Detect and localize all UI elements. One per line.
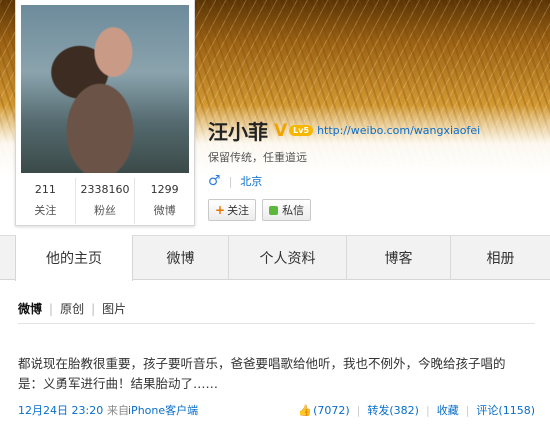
post-footer: 12月24日 23:20 来自 iPhone客户端 👍(7072) | 转发(3…	[18, 402, 535, 418]
profile-meta: ♂ | 北京	[208, 173, 262, 189]
message-label: 私信	[282, 204, 305, 217]
profile-tabs: 他的主页 微博 个人资料 博客 相册	[0, 235, 550, 281]
tab-profile-info[interactable]: 个人资料	[229, 236, 347, 280]
divider-line	[18, 323, 535, 324]
plus-icon: +	[215, 203, 226, 217]
tab-album[interactable]: 相册	[451, 236, 550, 280]
avatar[interactable]	[21, 5, 189, 173]
verified-icon[interactable]: V	[274, 121, 287, 141]
male-gender-icon: ♂	[208, 173, 221, 189]
stat-value: 211	[34, 183, 56, 196]
post-source-link[interactable]: iPhone客户端	[128, 402, 198, 418]
follow-button[interactable]: + 关注	[208, 199, 257, 221]
stat-following[interactable]: 211 关注	[16, 178, 76, 224]
post-content: 都说现在胎教很重要，孩子要听音乐，爸爸要唱歌给他听，我也不例外，今晚给孩子唱的 …	[18, 354, 538, 394]
profile-name: 汪小菲	[208, 120, 268, 144]
filter-images[interactable]: 图片	[102, 300, 126, 317]
tab-home[interactable]: 他的主页	[15, 235, 133, 281]
post-timestamp[interactable]: 12月24日 23:20	[18, 402, 103, 418]
comment-button[interactable]: 评论(1158)	[476, 402, 535, 418]
stats-bar: 211 关注 2338160 粉丝 1299 微博	[16, 178, 194, 224]
action-divider: |	[425, 403, 430, 417]
post-line: 是：义勇军进行曲！结果胎动了……	[18, 376, 219, 391]
repost-button[interactable]: 转发(382)	[367, 402, 419, 418]
post-actions: 👍(7072) | 转发(382) | 收藏 | 评论(1158)	[298, 402, 535, 418]
stat-label: 关注	[34, 204, 57, 217]
stat-value: 2338160	[80, 183, 130, 196]
stat-value: 1299	[150, 183, 179, 196]
level-badge[interactable]: Lv5	[289, 125, 314, 136]
stat-label: 粉丝	[94, 204, 116, 217]
location-link[interactable]: 北京	[240, 173, 262, 189]
favorite-button[interactable]: 收藏	[437, 402, 459, 418]
like-count: (7072)	[313, 403, 350, 417]
post-source-prefix: 来自	[107, 404, 129, 417]
filter-original[interactable]: 原创	[60, 300, 84, 317]
tab-blog[interactable]: 博客	[347, 236, 451, 280]
profile-card: 211 关注 2338160 粉丝 1299 微博	[15, 0, 195, 226]
filter-divider: |	[49, 301, 54, 316]
feed-filter: 微博 | 原创 | 图片	[18, 300, 126, 317]
follow-label: 关注	[227, 204, 250, 217]
meta-divider: |	[228, 174, 233, 188]
like-button[interactable]: 👍(7072)	[298, 404, 349, 417]
profile-actions: + 关注 私信	[208, 199, 312, 221]
tab-weibo[interactable]: 微博	[133, 236, 229, 280]
post-line: 都说现在胎教很重要，孩子要听音乐，爸爸要唱歌给他听，我也不例外，今晚给孩子唱的	[18, 356, 506, 371]
profile-bio: 保留传统，任重道远	[208, 151, 307, 164]
filter-all[interactable]: 微博	[18, 300, 42, 317]
stat-label: 微博	[153, 204, 176, 217]
filter-divider: |	[91, 301, 96, 316]
thumbs-up-icon: 👍	[298, 403, 313, 417]
profile-header: 汪小菲 V Lv5 http://weibo.com/wangxiaofei	[208, 116, 480, 145]
stat-followers[interactable]: 2338160 粉丝	[76, 178, 136, 224]
message-button[interactable]: 私信	[262, 199, 312, 221]
stat-posts[interactable]: 1299 微博	[135, 178, 194, 224]
action-divider: |	[465, 403, 470, 417]
homepage-link[interactable]: http://weibo.com/wangxiaofei	[317, 124, 480, 137]
message-icon	[269, 205, 279, 215]
action-divider: |	[356, 403, 361, 417]
